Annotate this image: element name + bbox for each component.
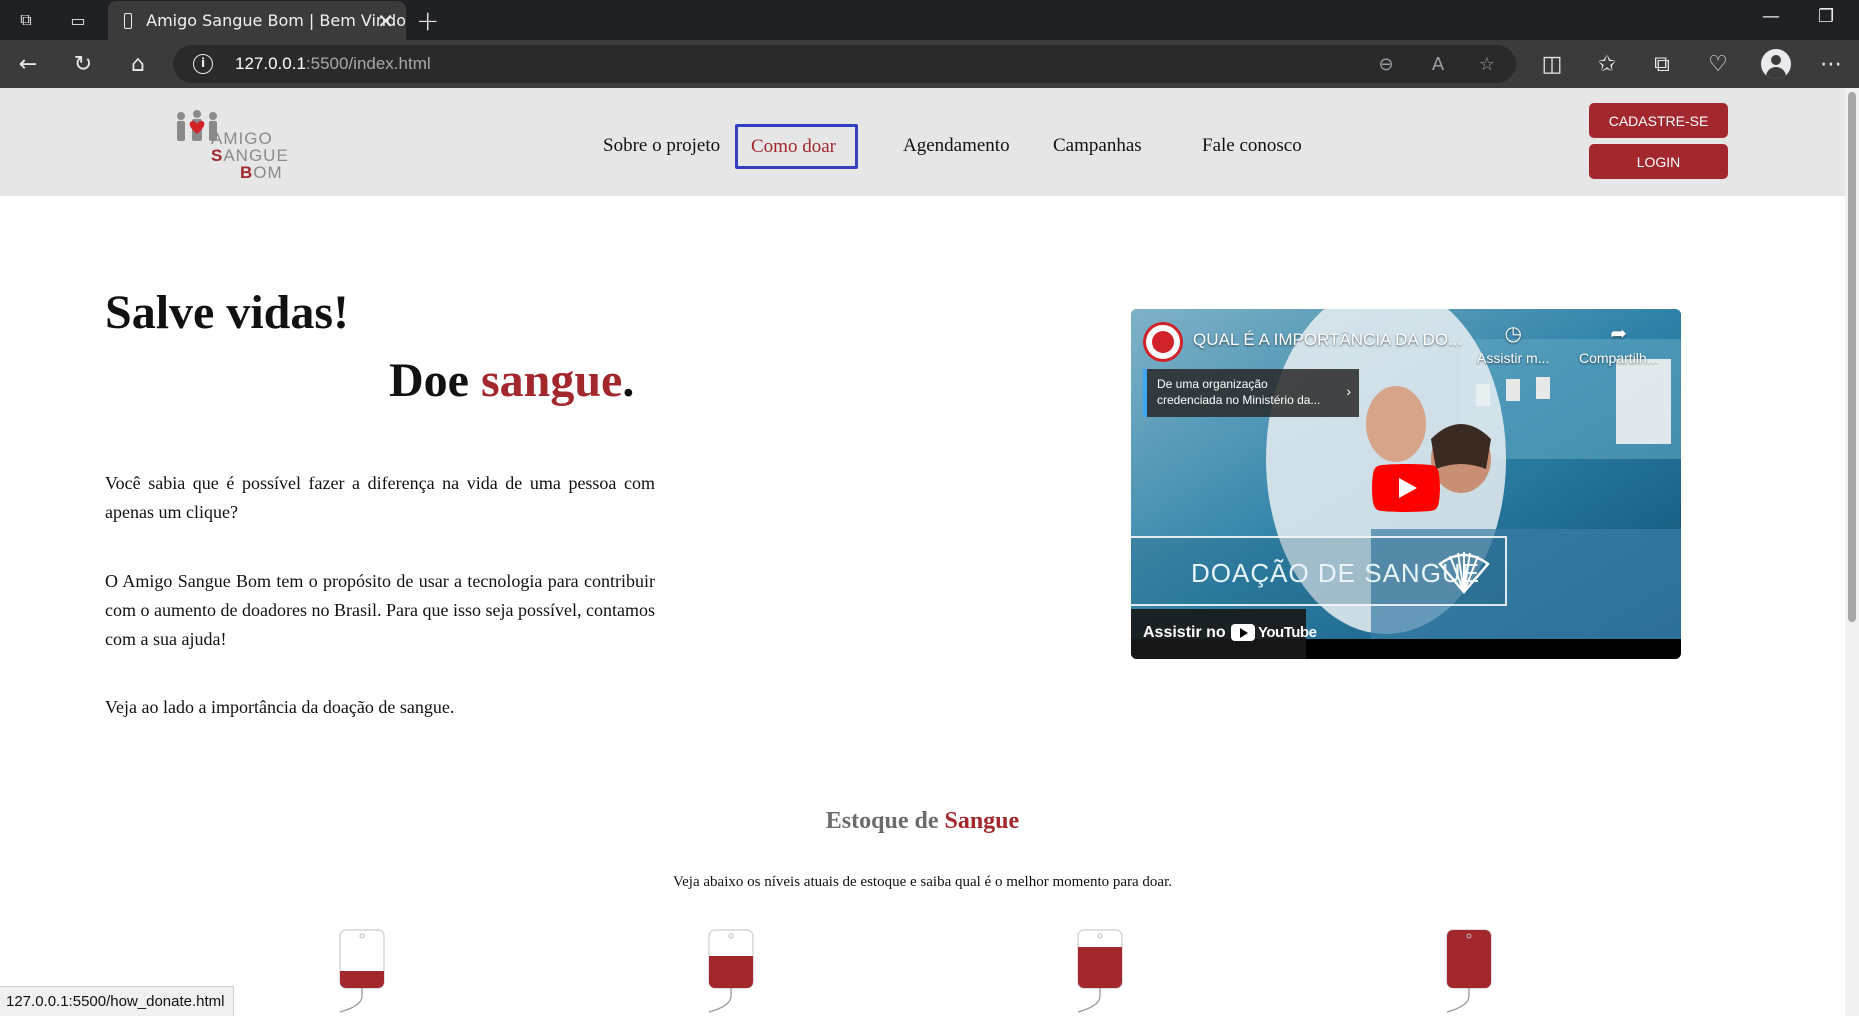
youtube-play-icon — [1231, 624, 1255, 641]
new-tab-icon[interactable]: + — [416, 4, 439, 37]
nav-contact[interactable]: Fale conosco — [1202, 135, 1302, 157]
favorites-icon[interactable]: ✩ — [1593, 50, 1621, 78]
video-title[interactable]: QUAL É A IMPORTÂNCIA DA DO... — [1193, 330, 1462, 350]
shell-logo-icon — [1438, 552, 1490, 594]
web-page: AMIGO SANGUE BOM Sobre o projeto Como do… — [0, 88, 1845, 1016]
info-line-2: credenciada no Ministério da... — [1157, 393, 1321, 407]
video-banner: DOAÇÃO DE SANGUE — [1131, 536, 1507, 606]
split-screen-icon[interactable]: ◫ — [1538, 50, 1566, 78]
minimize-icon[interactable]: — — [1762, 6, 1780, 27]
collections-icon[interactable]: ⧉ — [1648, 50, 1676, 78]
nav-schedule[interactable]: Agendamento — [903, 135, 1010, 157]
profile-avatar-icon[interactable] — [1761, 49, 1791, 79]
hero-paragraph-3: Veja ao lado a importância da doação de … — [105, 697, 455, 717]
browser-essentials-icon[interactable]: ♡ — [1704, 50, 1732, 78]
zoom-out-icon[interactable]: ⊖ — [1374, 52, 1398, 76]
youtube-wordmark: YouTube — [1258, 624, 1317, 641]
share-arrow-icon: ➦ — [1610, 323, 1628, 345]
address-bar[interactable]: i 127.0.0.1:5500/index.html ⊖ A ☆ — [173, 45, 1516, 83]
signup-button[interactable]: CADASTRE-SE — [1589, 103, 1728, 138]
watch-on-label: Assistir no — [1143, 624, 1226, 641]
page-icon — [124, 12, 133, 29]
blood-bag-4 — [1446, 929, 1492, 1013]
hero-paragraph-1: Você sabia que é possível fazer a difere… — [105, 473, 655, 522]
clock-icon: ◷ — [1504, 323, 1522, 345]
watch-later-label: Assistir m... — [1477, 350, 1550, 366]
tab-actions-icon[interactable]: ▭ — [66, 8, 90, 32]
stock-section-title: Estoque de Sangue — [825, 808, 1020, 834]
link-status-bar: 127.0.0.1:5500/how_donate.html — [0, 986, 234, 1016]
blood-bag-2 — [708, 929, 754, 1013]
refresh-icon[interactable]: ↻ — [69, 50, 97, 78]
browser-toolbar: ← ↻ ⌂ i 127.0.0.1:5500/index.html ⊖ A ☆ … — [0, 40, 1859, 88]
share-button[interactable]: ➦ Compartilh... — [1579, 321, 1658, 366]
workspaces-icon[interactable]: ⧉ — [14, 8, 38, 32]
more-options-icon[interactable]: ⋯ — [1817, 50, 1845, 78]
share-label: Compartilh... — [1579, 350, 1659, 366]
nav-how-donate-label: Como doar — [751, 136, 836, 157]
hero-subtitle: Doe sangue. — [389, 354, 635, 407]
hero-title: Salve vidas! — [105, 286, 350, 339]
watch-on-youtube-button[interactable]: Assistir no YouTube — [1131, 609, 1317, 659]
info-line-1: De uma organização — [1157, 377, 1268, 391]
site-header: AMIGO SANGUE BOM Sobre o projeto Como do… — [0, 88, 1845, 196]
browser-tab-active[interactable]: Amigo Sangue Bom | Bem Vindo ✕ — [108, 1, 406, 40]
browser-tab-bar: ⧉ ▭ Amigo Sangue Bom | Bem Vindo ✕ + — ❐ — [0, 0, 1859, 40]
address-url[interactable]: 127.0.0.1:5500/index.html — [235, 54, 431, 74]
back-icon[interactable]: ← — [14, 50, 42, 78]
watch-later-button[interactable]: ◷ Assistir m... — [1477, 321, 1549, 366]
blood-bag-3 — [1077, 929, 1123, 1013]
login-button[interactable]: LOGIN — [1589, 144, 1728, 179]
chevron-right-icon: › — [1346, 383, 1351, 399]
stock-section-subtitle: Veja abaixo os níveis atuais de estoque … — [672, 874, 1172, 890]
close-tab-icon[interactable]: ✕ — [377, 9, 394, 33]
scrollbar-thumb[interactable] — [1848, 92, 1856, 622]
favorite-star-icon[interactable]: ☆ — [1475, 52, 1499, 76]
play-button-icon[interactable] — [1372, 464, 1440, 512]
site-info-icon[interactable]: i — [193, 54, 213, 74]
page-scrollbar[interactable] — [1845, 88, 1859, 1016]
nav-campaigns[interactable]: Campanhas — [1053, 135, 1142, 157]
tab-title: Amigo Sangue Bom | Bem Vindo — [146, 11, 406, 30]
blood-bag-1 — [339, 929, 385, 1013]
youtube-video-embed[interactable]: QUAL É A IMPORTÂNCIA DA DO... De uma org… — [1131, 309, 1681, 659]
channel-avatar-icon[interactable] — [1143, 322, 1183, 362]
logo-wordmark: AMIGO SANGUE BOM — [211, 129, 289, 182]
hero-paragraph-2: O Amigo Sangue Bom tem o propósito de us… — [105, 571, 655, 649]
video-info-panel[interactable]: De uma organização credenciada no Minist… — [1143, 369, 1359, 417]
youtube-logo: YouTube — [1231, 624, 1317, 641]
read-aloud-icon[interactable]: A — [1426, 52, 1450, 76]
nav-how-donate[interactable]: Como doar — [735, 124, 858, 169]
home-icon[interactable]: ⌂ — [124, 50, 152, 78]
site-logo[interactable]: AMIGO SANGUE BOM — [174, 110, 296, 182]
restore-icon[interactable]: ❐ — [1818, 6, 1834, 27]
nav-about[interactable]: Sobre o projeto — [603, 135, 720, 157]
